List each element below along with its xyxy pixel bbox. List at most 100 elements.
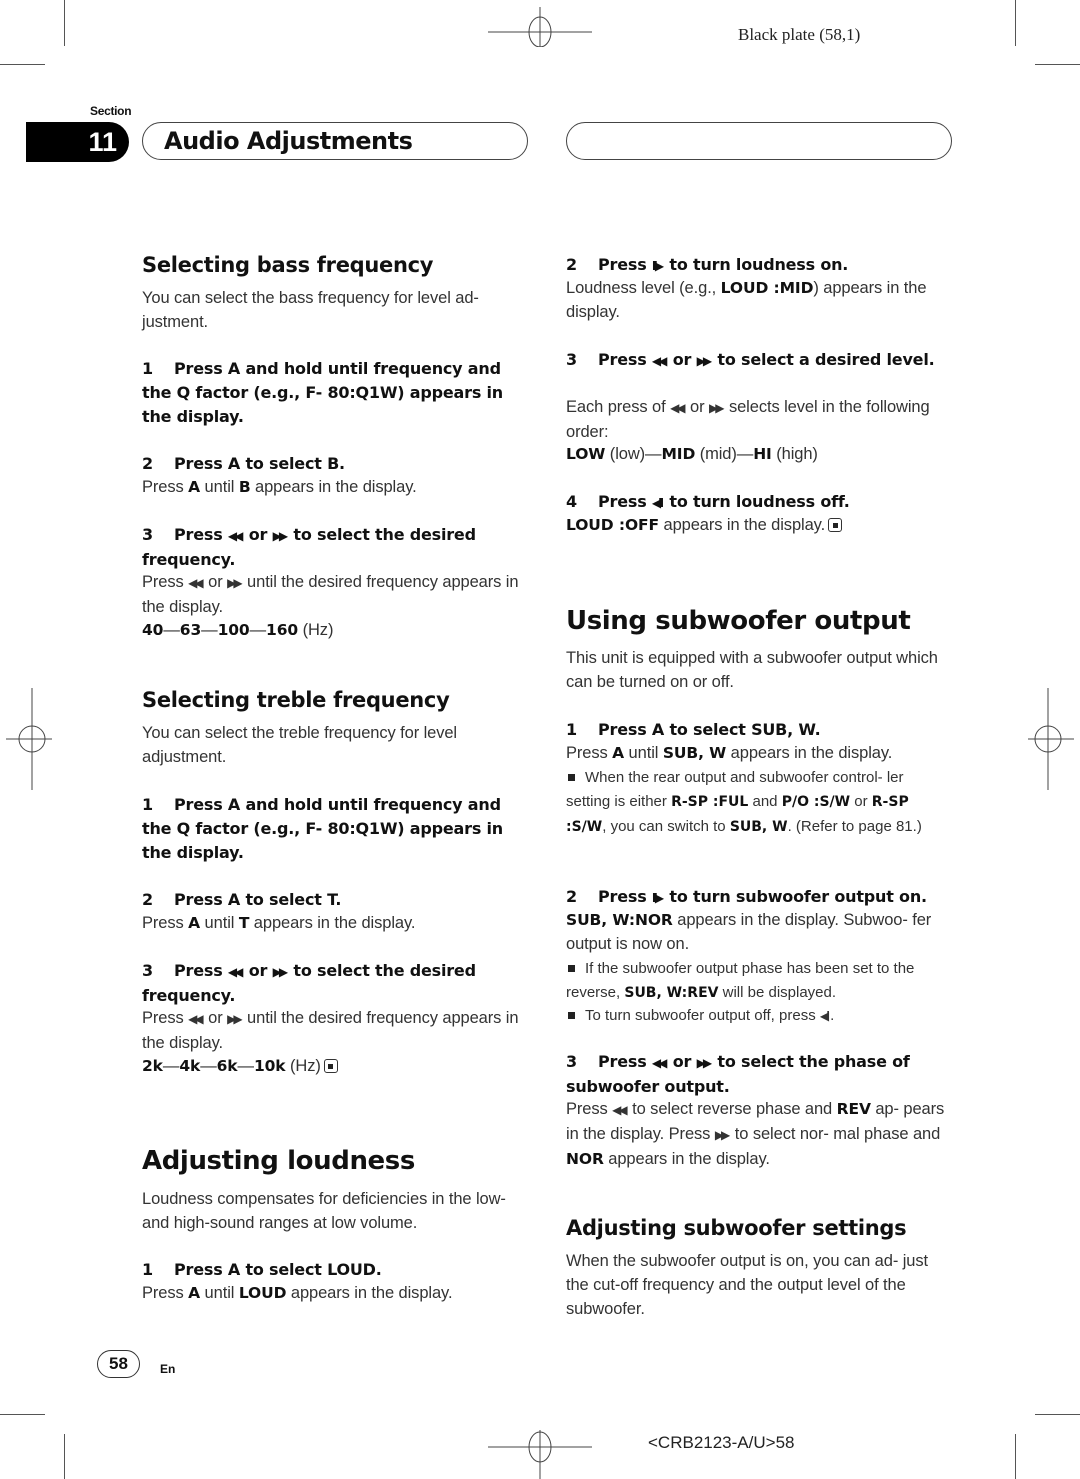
level-code: HI — [753, 445, 772, 463]
display-code: R-SP :FUL — [671, 793, 749, 810]
frequency-value: 2k — [142, 1057, 163, 1075]
display-code: A — [188, 1284, 201, 1302]
step-number: 1 — [142, 1260, 153, 1279]
level-code: MID — [661, 445, 696, 463]
display-code: A — [188, 914, 201, 932]
bass-step-3-body: Press ◀◀ or ▶▶ until the desired frequen… — [142, 571, 524, 620]
bullet-icon — [568, 1011, 575, 1019]
step-number: 3 — [142, 525, 153, 544]
text: will be displayed. — [718, 983, 837, 1001]
loudness-heading: Adjusting loudness — [142, 1146, 415, 1176]
language-label: En — [160, 1362, 176, 1376]
display-code: SUB, W:NOR — [566, 911, 673, 929]
frequency-value: 10k — [253, 1057, 286, 1075]
treble-step-2: 2 Press A to select T. — [142, 888, 524, 912]
treble-step-2-body: Press A until T appears in the display. — [142, 912, 524, 936]
display-code: SUB, W — [662, 744, 727, 762]
display-code: B — [238, 478, 251, 496]
text: Press — [142, 1284, 189, 1302]
subwoofer-note-2: If the subwoofer output phase has been s… — [566, 957, 948, 1006]
rewind-icon: ◀◀ — [612, 1103, 628, 1117]
end-mark-icon — [828, 518, 843, 532]
frequency-value: 63 — [179, 621, 202, 639]
crop-mark — [1035, 1414, 1080, 1415]
forward-icon: ▶▶ — [709, 401, 725, 415]
display-code: A — [188, 478, 201, 496]
page-number: 58 — [97, 1350, 140, 1378]
forward-icon: ▶▶ — [272, 965, 289, 979]
level-desc: (mid) — [699, 445, 737, 463]
step-number: 3 — [566, 350, 577, 369]
rewind-icon: ◀◀ — [227, 965, 244, 979]
text: . — [830, 1007, 835, 1024]
loudness-step-1: 1 Press A to select LOUD. — [142, 1258, 524, 1282]
subwoofer-settings-heading: Adjusting subwoofer settings — [566, 1216, 907, 1240]
back-pause-icon: ◀II — [819, 1009, 830, 1023]
bass-frequency-list: 40—63—100—160 (Hz) — [142, 621, 334, 639]
text: or — [850, 792, 872, 810]
step-number: 4 — [566, 492, 577, 511]
text: Press — [142, 914, 189, 932]
step-number: 3 — [566, 1052, 577, 1071]
display-code: SUB, W:REV — [624, 984, 719, 1001]
step-text: Press A and hold until frequency and the… — [142, 359, 503, 426]
text: Press — [142, 478, 189, 496]
text: , you can switch to — [602, 817, 730, 835]
empty-header-box — [566, 122, 952, 160]
step-number: 1 — [142, 359, 153, 378]
frequency-value: 6k — [216, 1057, 238, 1075]
unit-label: (Hz) — [302, 621, 334, 639]
text: until — [200, 478, 239, 496]
step-text: Press A and hold until frequency and the… — [142, 795, 503, 862]
text: to turn subwoofer output on. — [664, 887, 927, 906]
text: Press — [598, 492, 652, 511]
subwoofer-step-1: 1 Press A to select SUB, W. — [566, 718, 948, 742]
step-number: 1 — [142, 795, 153, 814]
text: appears in the display. — [286, 1284, 453, 1302]
text: appears in the display. — [250, 478, 417, 496]
display-code: LOUD :MID — [720, 279, 814, 297]
text: or — [243, 525, 273, 544]
display-code: P/O :S/W — [781, 793, 851, 810]
section-title-box: Audio Adjustments — [142, 122, 528, 160]
text: or — [667, 1052, 697, 1071]
bass-step-1: 1 Press A and hold until frequency and th… — [142, 357, 524, 429]
step-number: 2 — [566, 255, 577, 274]
text: or — [243, 961, 273, 980]
subwoofer-note-3: To turn subwoofer output off, press ◀II. — [566, 1004, 948, 1029]
text: appears in the display. — [726, 744, 893, 762]
subwoofer-heading: Using subwoofer output — [566, 606, 911, 636]
display-code: NOR — [566, 1149, 604, 1168]
text: until — [200, 914, 239, 932]
frequency-value: 100 — [217, 621, 250, 639]
bullet-icon — [568, 964, 575, 972]
loudness-step-4: 4 Press ◀II to turn loudness off. — [566, 490, 948, 515]
text: Press — [598, 255, 652, 274]
display-code: SUB, W — [729, 818, 788, 835]
text: Press — [142, 1009, 189, 1027]
step-number: 2 — [142, 890, 153, 909]
loudness-step-2: 2 Press II▶ to turn loudness on. — [566, 253, 948, 278]
text: . (Refer to page 81.) — [787, 817, 922, 835]
rewind-icon: ◀◀ — [188, 576, 204, 590]
bass-step-2: 2 Press A to select B. — [142, 452, 524, 476]
frequency-value: 40 — [142, 621, 164, 639]
registration-mark-icon — [6, 688, 52, 790]
display-code: LOUD — [238, 1284, 287, 1302]
bullet-icon — [568, 773, 575, 781]
forward-icon: ▶▶ — [714, 1127, 731, 1142]
forward-icon: ▶▶ — [696, 354, 713, 368]
text: until — [624, 744, 663, 762]
step-text: Press A to select B. — [174, 454, 345, 473]
treble-step-3-body: Press ◀◀ or ▶▶ until the desired frequen… — [142, 1007, 524, 1056]
step-text: Press A to select T. — [174, 890, 342, 909]
subwoofer-settings-intro: When the subwoofer output is on, you can… — [566, 1252, 928, 1318]
treble-heading: Selecting treble frequency — [142, 688, 450, 712]
step-number: 2 — [566, 887, 577, 906]
rewind-icon: ◀◀ — [188, 1012, 204, 1026]
treble-step-3: 3 Press ◀◀ or ▶▶ to select the desired fr… — [142, 959, 524, 1008]
display-code: A — [612, 744, 625, 762]
frequency-value: 4k — [179, 1057, 201, 1075]
section-number-badge: 11 — [26, 122, 129, 162]
display-code: REV — [836, 1100, 871, 1118]
